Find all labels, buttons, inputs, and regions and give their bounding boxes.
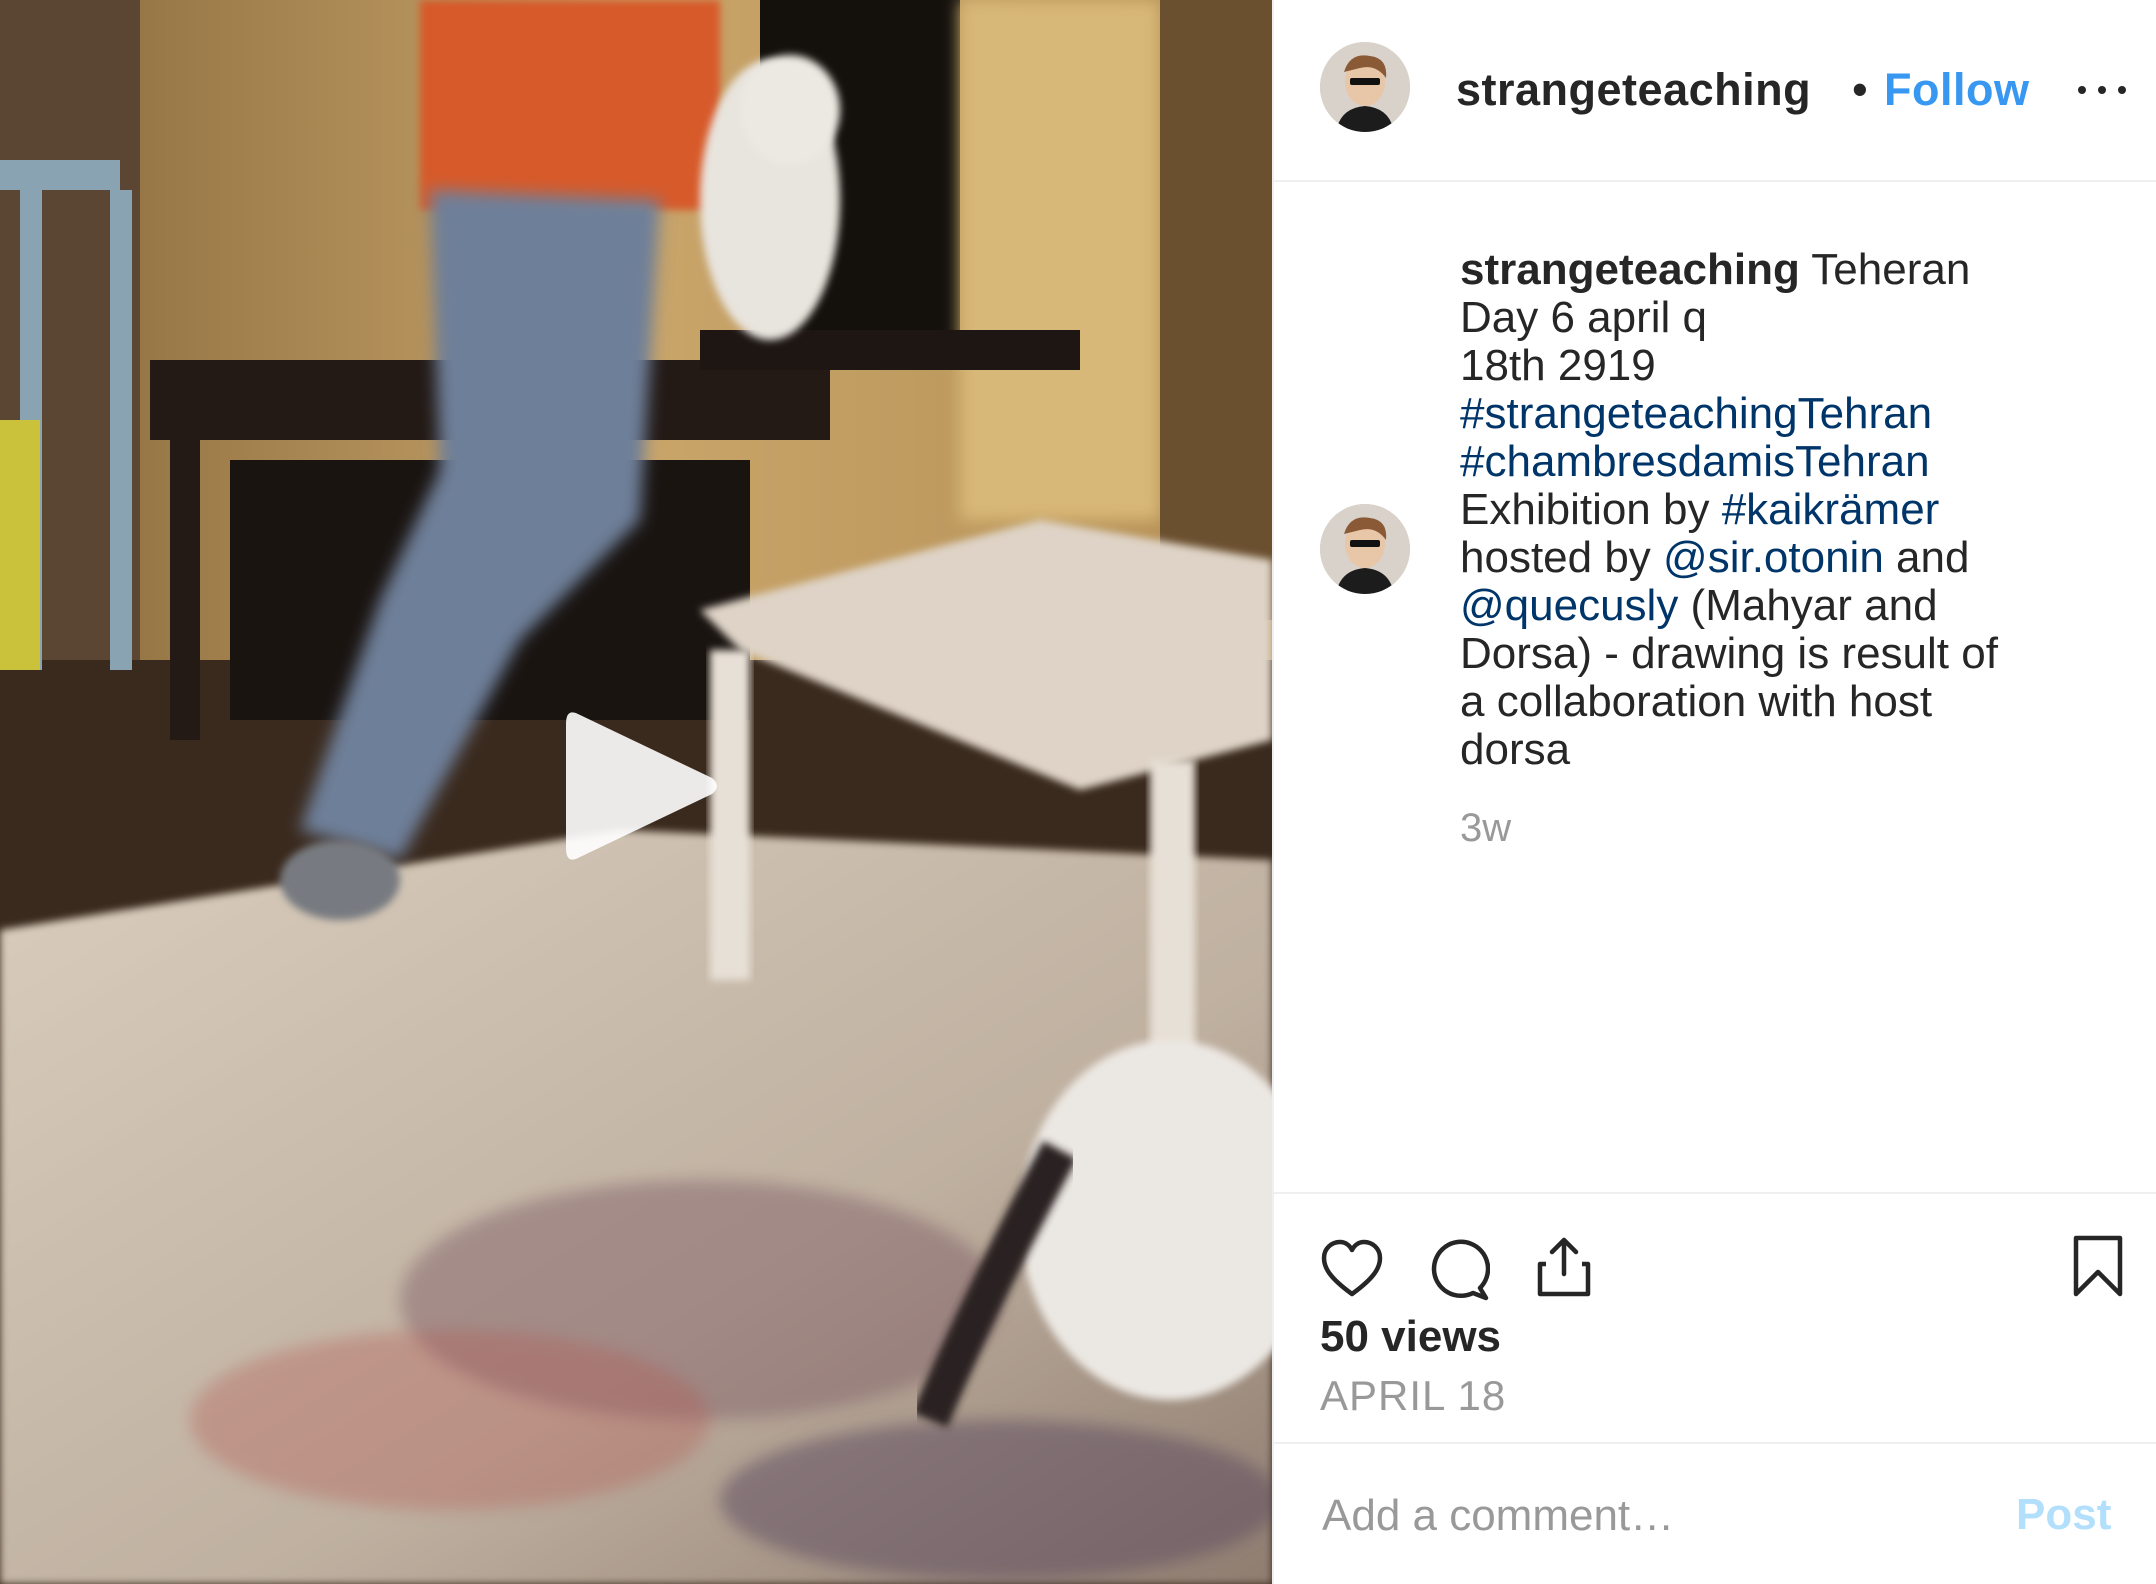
hashtag-link[interactable]: #chambresdamisTehran [1460, 437, 1930, 486]
post-header: strangeteaching • Follow [1274, 0, 2156, 182]
hashtag-link[interactable]: #strangeteachingTehran [1460, 389, 1932, 438]
caption-segment: Dorsa) - drawing is result of [1460, 629, 1998, 678]
caption-segment: Exhibition by [1460, 485, 1722, 534]
post-date: APRIL 18 [1320, 1372, 1507, 1419]
comment-input[interactable] [1320, 1484, 1964, 1548]
play-button[interactable] [556, 698, 726, 874]
post-details-panel: strangeteaching • Follow strangeteaching… [1272, 0, 2156, 1584]
caption-segment: 18th 2919 [1460, 341, 1656, 390]
header-username[interactable]: strangeteaching [1456, 62, 1858, 118]
post-button[interactable]: Post [2016, 1490, 2111, 1540]
caption-segment: dorsa [1460, 725, 1571, 774]
caption-avatar[interactable] [1320, 504, 1410, 594]
bookmark-icon[interactable] [2066, 1234, 2130, 1298]
time-ago[interactable]: 3w [1460, 806, 1511, 851]
caption-line: dorsa [1460, 726, 2140, 774]
mention-link[interactable]: @quecusly [1460, 581, 1678, 630]
comment-bar: Post [1274, 1442, 2156, 1584]
caption-line: strangeteaching Teheran [1460, 246, 2140, 294]
hashtag-link[interactable]: #kaikrämer [1722, 485, 1940, 534]
caption-line: 18th 2919 [1460, 342, 2140, 390]
follow-button[interactable]: Follow [1884, 62, 2029, 118]
post-video[interactable] [0, 0, 1272, 1584]
separator-dot: • [1852, 64, 1868, 115]
caption-line: Day 6 april q [1460, 294, 2140, 342]
caption-line: Dorsa) - drawing is result of [1460, 630, 2140, 678]
profile-picture [1320, 504, 1410, 594]
view-count[interactable]: 50 views [1320, 1312, 1501, 1362]
caption-line: a collaboration with host [1460, 678, 2140, 726]
caption-line: Exhibition by #kaikrämer [1460, 486, 2140, 534]
caption-line: hosted by @sir.otonin and [1460, 534, 2140, 582]
caption-segment: (Mahyar and [1678, 581, 1938, 630]
caption-segment: and [1883, 533, 1970, 582]
caption-line: @quecusly (Mahyar and [1460, 582, 2140, 630]
share-icon[interactable] [1532, 1234, 1596, 1298]
caption-line: #strangeteachingTehran [1460, 390, 2140, 438]
comment-icon[interactable] [1426, 1238, 1491, 1302]
caption-username[interactable]: strangeteaching [1460, 245, 1800, 294]
mention-link[interactable]: @sir.otonin [1663, 533, 1884, 582]
caption-line: #chambresdamisTehran [1460, 438, 2140, 486]
caption-section: strangeteaching Teheran Day 6 april q 18th… [1274, 182, 2156, 1192]
caption-segment: Day 6 april q [1460, 293, 1708, 342]
play-icon [566, 712, 717, 860]
action-bar: 50 views APRIL 18 [1274, 1192, 2156, 1442]
profile-picture [1320, 42, 1410, 132]
more-options-icon[interactable] [2078, 62, 2126, 118]
caption-segment: hosted by [1460, 533, 1664, 582]
avatar[interactable] [1320, 42, 1410, 132]
caption-segment: Teheran [1799, 245, 1971, 294]
caption-text: strangeteaching Teheran Day 6 april q 18th… [1460, 246, 2140, 774]
heart-icon[interactable] [1320, 1238, 1384, 1302]
caption-segment: a collaboration with host [1460, 677, 1933, 726]
